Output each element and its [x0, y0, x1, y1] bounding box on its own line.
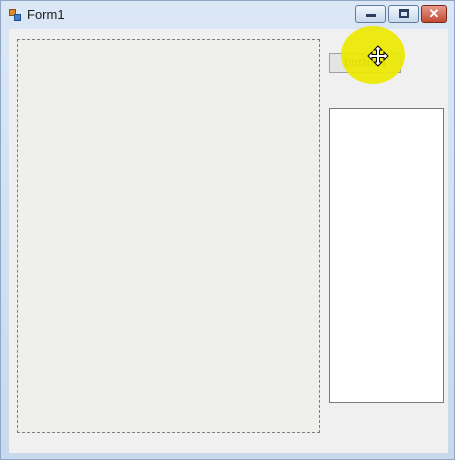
- maximize-icon: [399, 9, 409, 18]
- close-icon: ✕: [428, 6, 440, 21]
- minimize-icon: [366, 14, 376, 17]
- dashed-panel[interactable]: [17, 39, 320, 433]
- form-client-area: button1: [9, 29, 448, 453]
- button1[interactable]: button1: [329, 53, 401, 73]
- app-icon[interactable]: [9, 9, 21, 21]
- minimize-button[interactable]: [355, 5, 386, 23]
- window-title: Form1: [27, 7, 65, 22]
- form-window: Form1 ✕ button1: [0, 0, 455, 460]
- list-box[interactable]: [329, 108, 444, 403]
- maximize-button[interactable]: [388, 5, 419, 23]
- title-bar[interactable]: Form1 ✕: [1, 1, 454, 29]
- close-button[interactable]: ✕: [421, 5, 447, 23]
